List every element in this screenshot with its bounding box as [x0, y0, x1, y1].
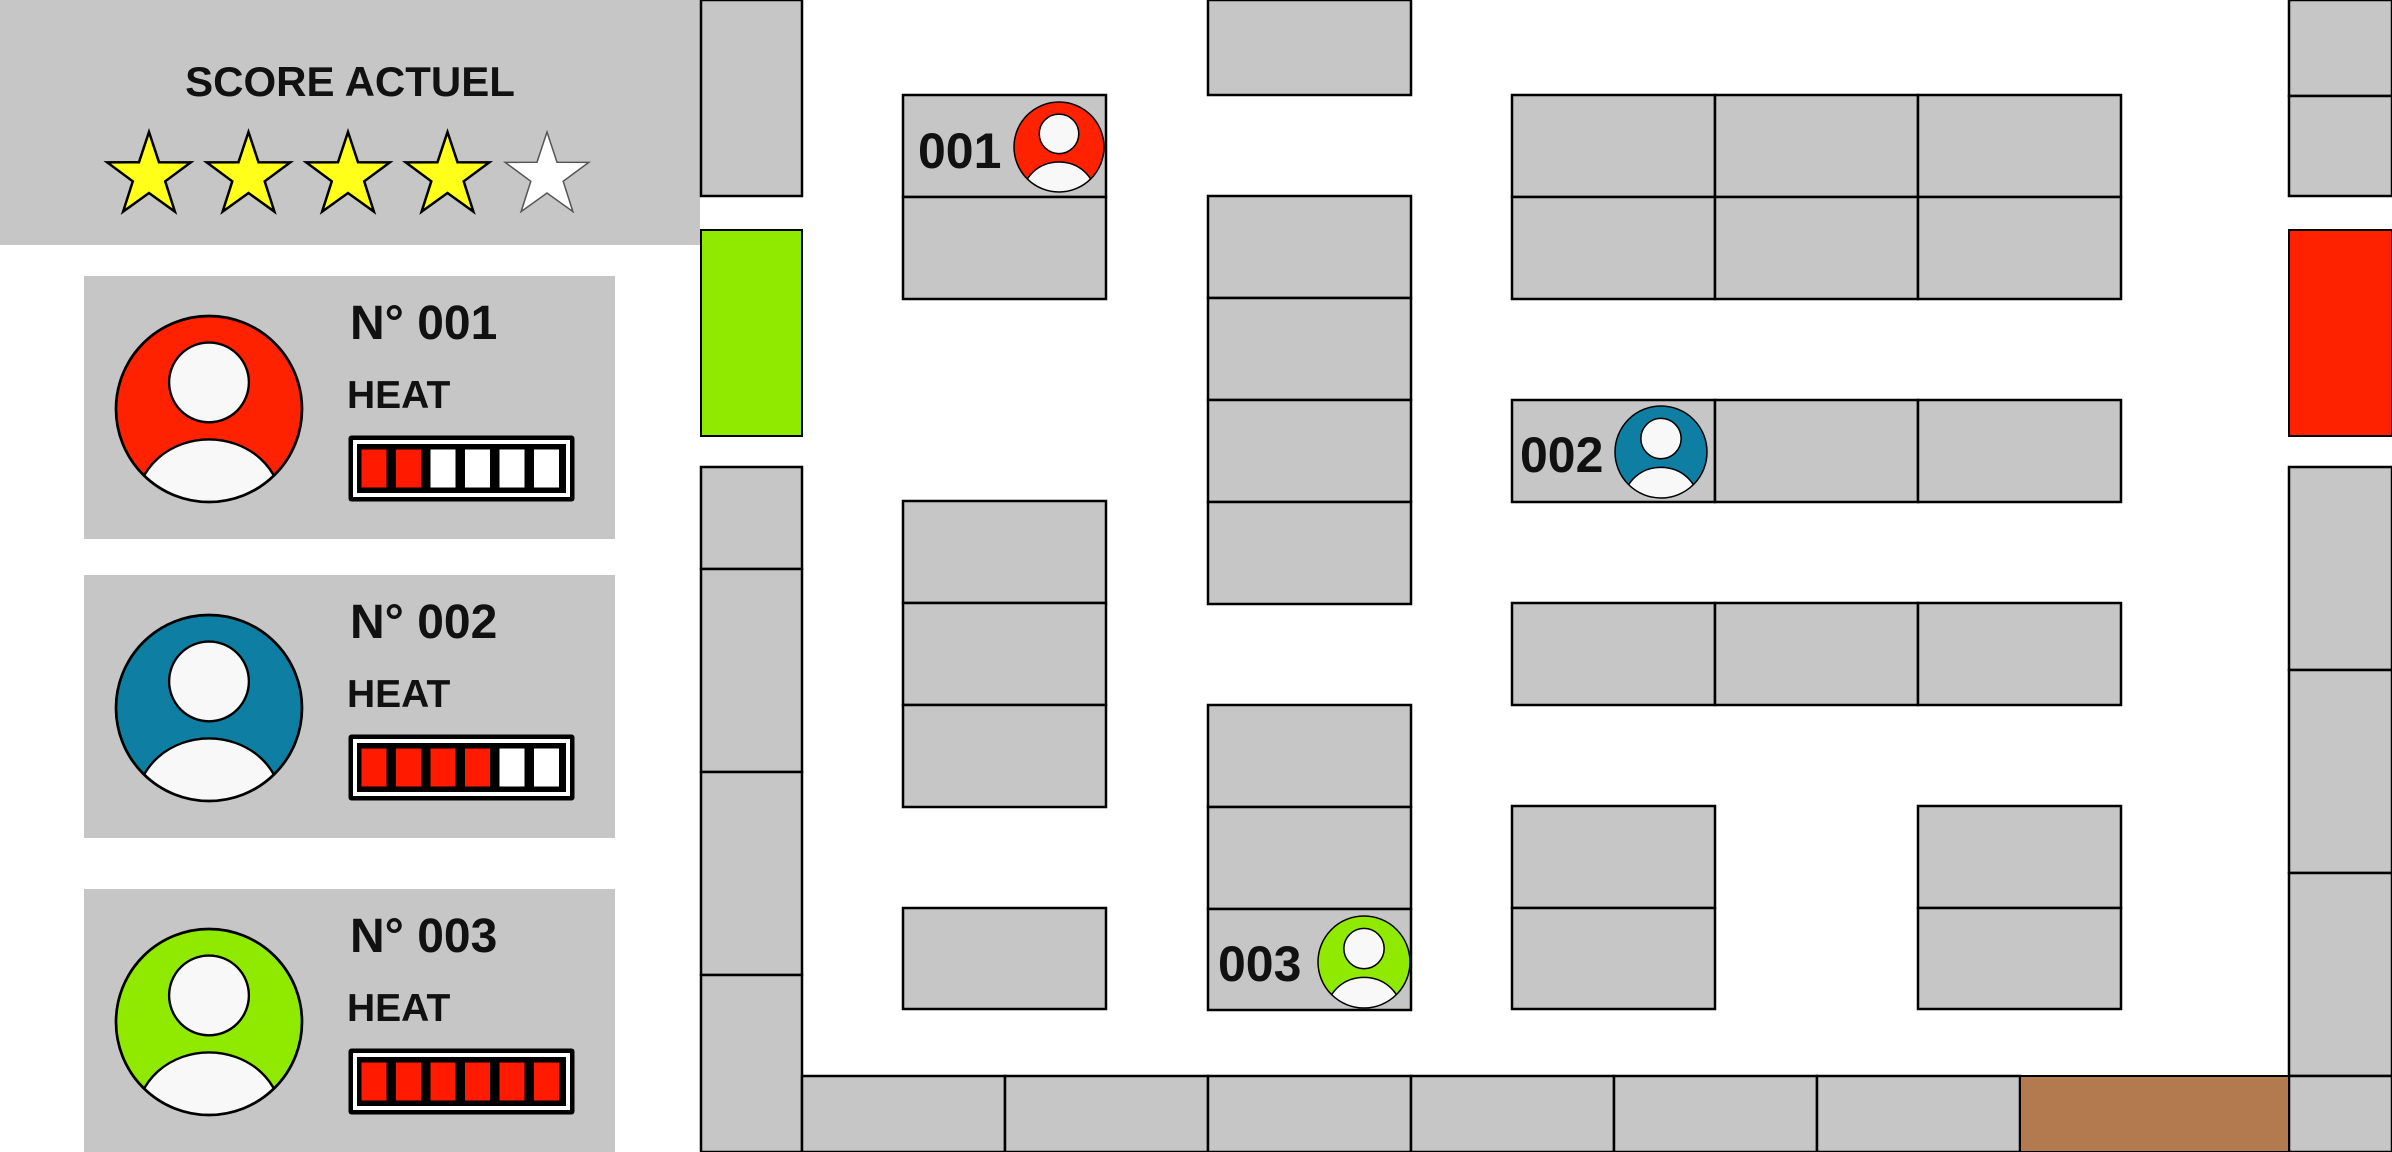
shelf	[2287, 871, 2392, 1078]
shelf	[2287, 0, 2392, 98]
shelf	[1916, 195, 2123, 301]
shelf	[901, 906, 1108, 1011]
shelf	[901, 703, 1108, 809]
shelf	[1713, 398, 1920, 504]
shelf	[1713, 93, 1920, 199]
shelf	[1713, 195, 1920, 301]
shelf	[1916, 93, 2123, 199]
shelf	[1916, 906, 2123, 1011]
entrance-zone[interactable]	[700, 229, 803, 437]
shelf	[1510, 93, 1717, 199]
shelf	[800, 1074, 1007, 1152]
shelf	[1713, 601, 1920, 707]
shelf	[1206, 398, 1413, 504]
door-zone[interactable]	[2019, 1075, 2290, 1152]
shelf	[699, 567, 804, 774]
avatar-head	[1640, 417, 1682, 460]
shelf	[1206, 500, 1413, 606]
store-map: 001 002 003	[699, 0, 2392, 1152]
shelf	[901, 601, 1108, 707]
player-id-label: 001	[918, 123, 1001, 179]
shelf	[1510, 195, 1717, 301]
shelf	[1206, 194, 1413, 300]
shelf	[1206, 805, 1413, 911]
shelf	[1510, 804, 1717, 910]
player-id-label: 003	[1218, 936, 1301, 992]
shelf	[1916, 398, 2123, 504]
shelf	[699, 465, 804, 571]
shelf	[1815, 1074, 2022, 1152]
avatar-head	[1343, 927, 1385, 970]
shelf	[2287, 465, 2392, 672]
shelf	[699, 770, 804, 977]
shelf	[1916, 804, 2123, 910]
shelf	[1206, 703, 1413, 809]
shelf	[1409, 1074, 1616, 1152]
shelf	[2287, 1074, 2392, 1152]
avatar-head	[1038, 113, 1080, 155]
shelf	[901, 499, 1108, 605]
shelf	[2287, 94, 2392, 198]
shelf	[2287, 668, 2392, 875]
exit-zone[interactable]	[2288, 229, 2392, 437]
shelf	[699, 0, 804, 198]
shelf	[1916, 601, 2123, 707]
shelf	[699, 973, 804, 1152]
shelf	[1612, 1074, 1819, 1152]
shelf	[1510, 601, 1717, 707]
shelf	[1206, 1074, 1413, 1152]
player-id-label: 002	[1520, 427, 1603, 483]
shelf	[1003, 1074, 1210, 1152]
shelf	[1510, 906, 1717, 1011]
shelf	[1206, 296, 1413, 402]
shelf	[1206, 0, 1413, 97]
shelf	[901, 195, 1108, 301]
